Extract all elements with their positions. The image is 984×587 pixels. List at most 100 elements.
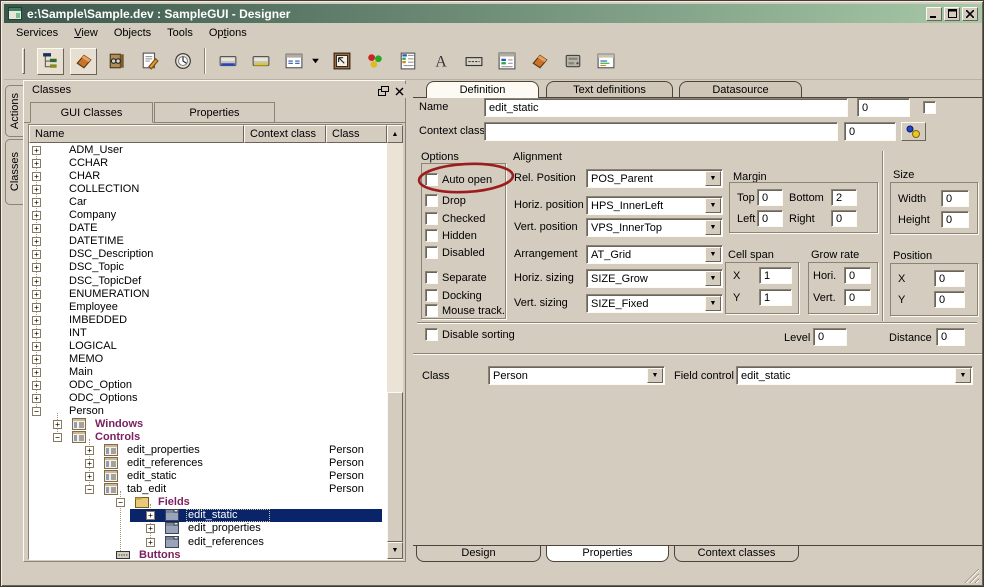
side-tab-classes[interactable]: Classes (5, 139, 23, 205)
menu-options[interactable]: Options (201, 25, 255, 41)
expand-icon[interactable]: + (32, 394, 41, 403)
chevron-down-icon[interactable]: ▼ (705, 247, 721, 262)
collapse-icon[interactable]: − (116, 498, 125, 507)
name-number-input[interactable] (857, 98, 910, 117)
tree-item-buttons[interactable]: Buttons (29, 549, 387, 560)
menu-objects[interactable]: Objects (106, 25, 159, 41)
menu-tools[interactable]: Tools (159, 25, 201, 41)
resize-grip[interactable] (959, 569, 979, 583)
tree-item-datetime[interactable]: +DATETIME (29, 235, 387, 248)
margin-left-input[interactable] (757, 210, 783, 227)
tree-item-memo[interactable]: +MEMO (29, 353, 387, 366)
edit-document-icon[interactable] (136, 48, 163, 75)
tree-item-dsc-description[interactable]: +DSC_Description (29, 248, 387, 261)
docking-checkbox[interactable] (425, 289, 438, 302)
separate-checkbox[interactable] (425, 271, 438, 284)
expand-icon[interactable]: + (32, 277, 41, 286)
size-height-input[interactable] (941, 211, 969, 228)
expand-icon[interactable]: + (146, 511, 155, 520)
device-icon[interactable] (559, 48, 586, 75)
cell-span-y-input[interactable] (759, 289, 792, 306)
tree-item-edit-properties[interactable]: +edit_propertiesPerson (29, 444, 387, 457)
column-header-name[interactable]: Name (29, 125, 244, 143)
expand-icon[interactable]: + (32, 224, 41, 233)
manual-icon[interactable] (103, 48, 130, 75)
drop-checkbox[interactable] (425, 194, 438, 207)
session-clock-icon[interactable] (169, 48, 196, 75)
tree-item-fields[interactable]: −Fields (29, 496, 387, 509)
context-lookup-button[interactable] (901, 122, 926, 141)
tree-item-imbedded[interactable]: +IMBEDDED (29, 314, 387, 327)
expand-icon[interactable]: + (32, 172, 41, 181)
scroll-up-icon[interactable]: ▲ (387, 125, 403, 143)
collapse-icon[interactable]: − (32, 407, 41, 416)
distance-input[interactable] (936, 328, 965, 346)
chevron-down-icon[interactable]: ▼ (705, 271, 721, 286)
expand-icon[interactable]: + (32, 263, 41, 272)
expand-icon[interactable]: + (32, 303, 41, 312)
position-y-input[interactable] (934, 291, 965, 308)
tab-datasource[interactable]: Datasource (679, 81, 802, 97)
context-number-input[interactable] (844, 122, 896, 141)
auto-open-checkbox[interactable] (425, 173, 438, 186)
expand-icon[interactable]: + (32, 355, 41, 364)
expand-icon[interactable]: + (85, 472, 94, 481)
dropdown-arrow-icon[interactable] (309, 48, 322, 75)
size-width-input[interactable] (941, 190, 969, 207)
side-tab-actions[interactable]: Actions (5, 85, 23, 137)
vert-sizing-select[interactable]: SIZE_Fixed▼ (586, 294, 723, 313)
context-class-input[interactable] (484, 122, 838, 141)
chevron-down-icon[interactable]: ▼ (705, 171, 721, 186)
chevron-down-icon[interactable]: ▼ (955, 368, 971, 383)
tab-definition[interactable]: Definition (426, 81, 539, 98)
menu-services[interactable]: Services (8, 25, 66, 41)
column-header-context-class[interactable]: Context class (244, 125, 326, 143)
tab-gui-classes[interactable]: GUI Classes (30, 102, 153, 123)
tree-item-windows[interactable]: +Windows (29, 418, 387, 431)
position-x-input[interactable] (934, 270, 965, 287)
expand-icon[interactable]: + (32, 329, 41, 338)
disabled-checkbox[interactable] (425, 246, 438, 259)
tree-item-edit-properties[interactable]: +edit_properties (29, 522, 387, 535)
minimize-button[interactable] (926, 7, 942, 21)
horiz-sizing-select[interactable]: SIZE_Grow▼ (586, 269, 723, 288)
vert-position-select[interactable]: VPS_InnerTop▼ (586, 218, 723, 237)
tree-item-enumeration[interactable]: +ENUMERATION (29, 288, 387, 301)
tab-properties[interactable]: Properties (546, 546, 669, 562)
tree-item-car[interactable]: +Car (29, 196, 387, 209)
report-icon[interactable] (394, 48, 421, 75)
margin-bottom-input[interactable] (831, 189, 857, 206)
menu-view[interactable]: View (66, 25, 106, 41)
expand-icon[interactable]: + (32, 237, 41, 246)
title-bar[interactable]: e:\Sample\Sample.dev : SampleGUI - Desig… (4, 4, 982, 23)
drive-yellow-icon[interactable] (247, 48, 274, 75)
maximize-button[interactable] (944, 7, 960, 21)
close-button[interactable] (962, 7, 978, 21)
scroll-down-icon[interactable]: ▼ (387, 542, 403, 559)
preview-window-icon[interactable] (328, 48, 355, 75)
chevron-down-icon[interactable]: ▼ (705, 198, 721, 213)
margin-top-input[interactable] (757, 189, 783, 206)
tree-item-controls[interactable]: −Controls (29, 431, 387, 444)
field-control-select[interactable]: edit_static ▼ (736, 366, 973, 385)
tree-item-company[interactable]: +Company (29, 209, 387, 222)
name-checkbox[interactable] (923, 101, 936, 114)
tree-item-person[interactable]: −Person (29, 405, 387, 418)
tree-item-edit-static[interactable]: +edit_static (29, 509, 387, 522)
expand-icon[interactable]: + (32, 290, 41, 299)
expand-icon[interactable]: + (32, 316, 41, 325)
tree-item-odc-option[interactable]: +ODC_Option (29, 379, 387, 392)
tree-item-date[interactable]: +DATE (29, 222, 387, 235)
rel-position-select[interactable]: POS_Parent▼ (586, 169, 723, 188)
expand-icon[interactable]: + (53, 420, 62, 429)
tree-item-int[interactable]: +INT (29, 327, 387, 340)
window-form-icon[interactable] (280, 48, 307, 75)
dialog-icon[interactable] (592, 48, 619, 75)
level-input[interactable] (813, 328, 847, 346)
hierarchy-icon[interactable] (37, 48, 64, 75)
expand-icon[interactable]: + (32, 342, 41, 351)
tree-item-tab-edit[interactable]: −tab_editPerson (29, 483, 387, 496)
tree-item-dsc-topic[interactable]: +DSC_Topic (29, 261, 387, 274)
name-input[interactable] (484, 98, 848, 117)
expand-icon[interactable]: + (32, 368, 41, 377)
